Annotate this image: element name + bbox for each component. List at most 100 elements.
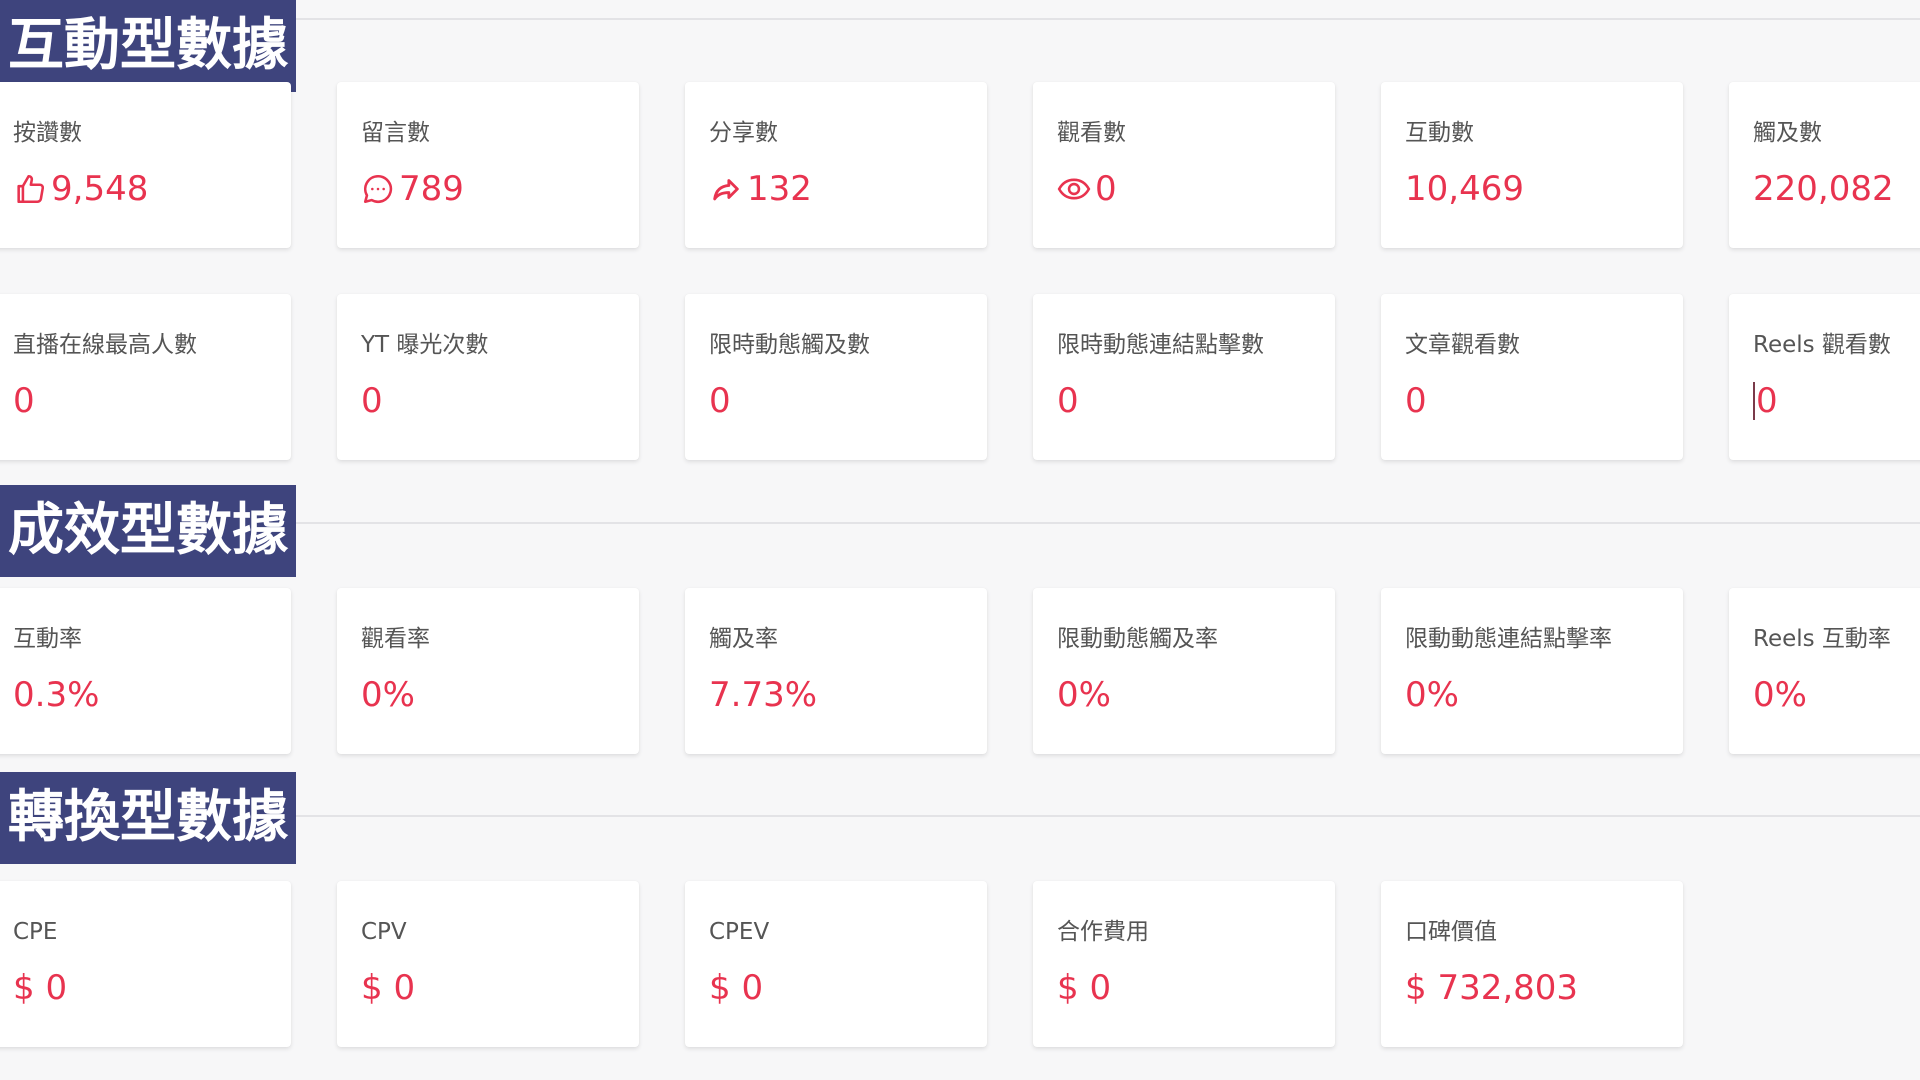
metric-value: 0%: [1753, 674, 1920, 716]
metric-value-text: $ 0: [13, 968, 68, 1008]
metric-card-article-views: 文章觀看數 0: [1381, 294, 1683, 460]
metric-value: 789: [361, 168, 639, 210]
metric-label: 按讚數: [13, 120, 82, 146]
metric-card-shares: 分享數 132: [685, 82, 987, 248]
metric-card-cpev: CPEV $ 0: [685, 881, 987, 1047]
metric-label: 分享數: [709, 120, 778, 146]
metric-value: $ 0: [709, 967, 987, 1009]
metric-label: 觸及數: [1753, 120, 1822, 146]
metric-card-story-reach-rate: 限動動態觸及率 0%: [1033, 588, 1335, 754]
metric-value-text: 0%: [1753, 675, 1807, 715]
metric-card-word-of-mouth-value: 口碑價值 $ 732,803: [1381, 881, 1683, 1047]
metric-value-text: $ 0: [1057, 968, 1112, 1008]
metric-value-text: 7.73%: [709, 675, 818, 715]
metrics-dashboard: 互動型數據 按讚數 9,548 留言數 789 分享數 132 觀看數 0 互動…: [0, 0, 1920, 1080]
text-caret: [1753, 382, 1755, 420]
metric-value: 9,548: [13, 168, 291, 210]
share-icon: [709, 172, 743, 206]
metric-value: 0: [1405, 380, 1683, 422]
metric-value-text: 0: [1095, 169, 1117, 209]
metric-value: 0%: [1057, 674, 1335, 716]
metric-value-text: 0%: [1057, 675, 1111, 715]
metric-card-reels-engagement-rate: Reels 互動率 0%: [1729, 588, 1920, 754]
metric-card-story-link-clicks: 限時動態連結點擊數 0: [1033, 294, 1335, 460]
metric-value-text: 0: [13, 381, 35, 421]
metric-card-cpe: CPE $ 0: [0, 881, 291, 1047]
metric-card-engagement-rate: 互動率 0.3%: [0, 588, 291, 754]
metric-card-reach-rate: 觸及率 7.73%: [685, 588, 987, 754]
metric-value-text: 0: [1756, 381, 1778, 421]
metric-label: CPV: [361, 919, 407, 945]
metric-label: CPEV: [709, 919, 770, 945]
metric-card-yt-impressions: YT 曝光次數 0: [337, 294, 639, 460]
metric-label: 口碑價值: [1405, 919, 1497, 945]
metric-value-text: 789: [399, 169, 464, 209]
metric-card-interactions: 互動數 10,469: [1381, 82, 1683, 248]
metric-label: Reels 觀看數: [1753, 332, 1891, 358]
metric-label: 留言數: [361, 120, 430, 146]
metric-label: Reels 互動率: [1753, 626, 1891, 652]
section-tag-conversion: 轉換型數據: [0, 772, 296, 864]
metric-value-text: 0: [361, 381, 383, 421]
metric-value: 220,082: [1753, 168, 1920, 210]
metric-value: 0: [13, 380, 291, 422]
metric-value-text: 0: [1057, 381, 1079, 421]
metric-label: 直播在線最高人數: [13, 332, 197, 358]
metric-value: 7.73%: [709, 674, 987, 716]
metric-value: 10,469: [1405, 168, 1683, 210]
metric-value-text: 0%: [1405, 675, 1459, 715]
metric-label: 觀看率: [361, 626, 430, 652]
section-tag-engagement: 互動型數據: [0, 0, 296, 92]
thumbs-up-icon: [13, 172, 47, 206]
metric-card-view-rate: 觀看率 0%: [337, 588, 639, 754]
metric-value-text: 9,548: [51, 169, 149, 209]
metric-value: 132: [709, 168, 987, 210]
metric-card-story-reach: 限時動態觸及數 0: [685, 294, 987, 460]
metric-value-text: 132: [747, 169, 812, 209]
metric-value: $ 0: [13, 967, 291, 1009]
metric-label: 限時動態觸及數: [709, 332, 870, 358]
metric-value-text: 0: [709, 381, 731, 421]
metric-value-text: 0.3%: [13, 675, 100, 715]
metric-label: 觀看數: [1057, 120, 1126, 146]
metric-value: 0: [709, 380, 987, 422]
metric-value: $ 732,803: [1405, 967, 1683, 1009]
metric-card-likes: 按讚數 9,548: [0, 82, 291, 248]
metric-value: 0: [361, 380, 639, 422]
metric-value: 0%: [1405, 674, 1683, 716]
metric-card-reels-views: Reels 觀看數 0: [1729, 294, 1920, 460]
eye-icon: [1057, 172, 1091, 206]
metric-value-text: 10,469: [1405, 169, 1524, 209]
comment-icon: [361, 172, 395, 206]
metric-card-collaboration-fee: 合作費用 $ 0: [1033, 881, 1335, 1047]
metric-label: 合作費用: [1057, 919, 1149, 945]
metric-label: 限動動態連結點擊率: [1405, 626, 1612, 652]
metric-label: 限動動態觸及率: [1057, 626, 1218, 652]
metric-value-text: $ 0: [709, 968, 764, 1008]
metric-card-reach: 觸及數 220,082: [1729, 82, 1920, 248]
metric-card-live-peak-viewers: 直播在線最高人數 0: [0, 294, 291, 460]
metric-value: $ 0: [1057, 967, 1335, 1009]
metric-value: 0: [1057, 168, 1335, 210]
metric-value: 0%: [361, 674, 639, 716]
metric-value: $ 0: [361, 967, 639, 1009]
metric-value-text: 0: [1405, 381, 1427, 421]
metric-card-cpv: CPV $ 0: [337, 881, 639, 1047]
metric-label: CPE: [13, 919, 58, 945]
metric-label: 互動率: [13, 626, 82, 652]
metric-label: 互動數: [1405, 120, 1474, 146]
section-tag-performance: 成效型數據: [0, 485, 296, 577]
metric-label: 文章觀看數: [1405, 332, 1520, 358]
metric-value: 0: [1057, 380, 1335, 422]
metric-label: 觸及率: [709, 626, 778, 652]
metric-card-views: 觀看數 0: [1033, 82, 1335, 248]
metric-value: 0: [1753, 380, 1920, 422]
metric-label: 限時動態連結點擊數: [1057, 332, 1264, 358]
metric-value-text: 220,082: [1753, 169, 1894, 209]
metric-value-text: 0%: [361, 675, 415, 715]
metric-label: YT 曝光次數: [361, 332, 489, 358]
metric-value-text: $ 732,803: [1405, 968, 1579, 1008]
metric-card-comments: 留言數 789: [337, 82, 639, 248]
metric-value-text: $ 0: [361, 968, 416, 1008]
metric-card-story-click-rate: 限動動態連結點擊率 0%: [1381, 588, 1683, 754]
